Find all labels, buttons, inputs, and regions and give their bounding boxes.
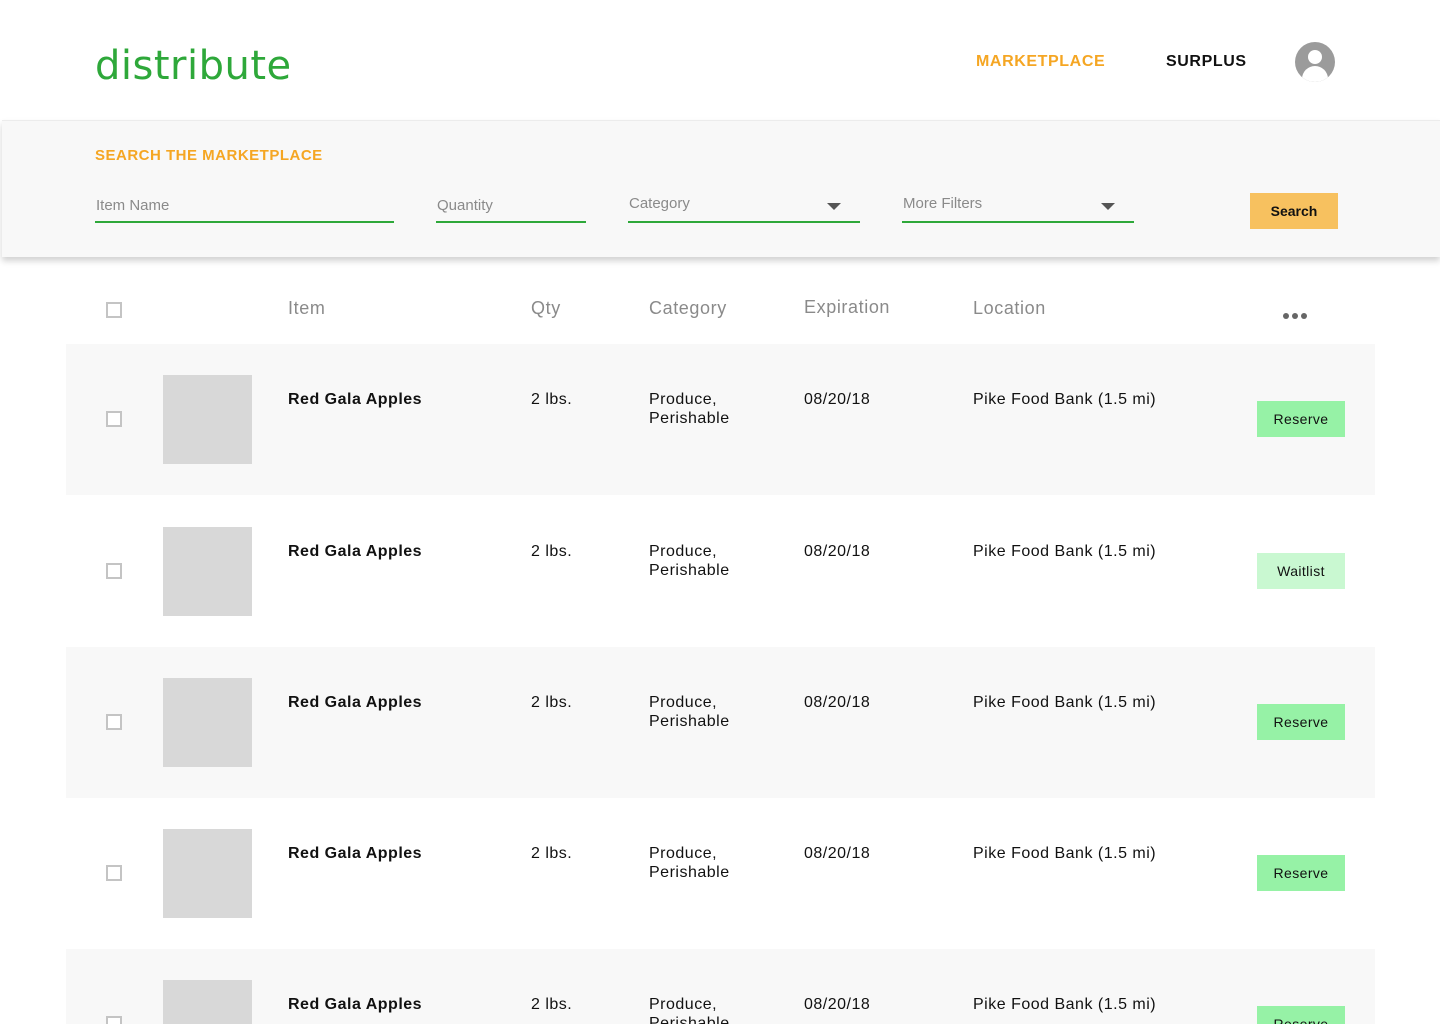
search-button[interactable]: Search (1250, 193, 1338, 229)
column-header-category[interactable]: Category (649, 298, 727, 319)
avatar-head-shape (1308, 50, 1322, 64)
table-row: Red Gala Apples 2 lbs. Produce, Perishabl… (66, 647, 1375, 798)
row-category-line2: Perishable (649, 1015, 730, 1024)
reserve-button[interactable]: Reserve (1257, 1006, 1345, 1024)
user-avatar-icon[interactable] (1295, 42, 1335, 82)
row-category: Produce, Perishable (649, 390, 769, 428)
item-thumbnail (163, 375, 252, 464)
column-header-item[interactable]: Item (288, 298, 325, 319)
waitlist-button[interactable]: Waitlist (1257, 553, 1345, 589)
table-row: Red Gala Apples 2 lbs. Produce, Perishabl… (66, 344, 1375, 495)
select-all-checkbox[interactable] (106, 302, 122, 318)
row-item-name: Red Gala Apples (288, 694, 423, 711)
table-row: Red Gala Apples 2 lbs. Produce, Perishabl… (66, 798, 1375, 949)
row-expiration: 08/20/18 (804, 694, 871, 711)
reserve-button[interactable]: Reserve (1257, 401, 1345, 437)
row-category: Produce, Perishable (649, 844, 769, 882)
row-checkbox[interactable] (106, 411, 122, 427)
app-logo[interactable]: distribute (95, 40, 292, 92)
row-category: Produce, Perishable (649, 693, 769, 731)
reserve-button[interactable]: Reserve (1257, 704, 1345, 740)
search-panel: SEARCH THE MARKETPLACE Category More Fil… (2, 120, 1440, 257)
row-location: Pike Food Bank (1.5 mi) (973, 845, 1157, 862)
row-category-line1: Produce, (649, 845, 718, 862)
table-row: Red Gala Apples 2 lbs. Produce, Perishabl… (66, 495, 1375, 646)
item-name-input[interactable] (95, 193, 394, 223)
row-checkbox[interactable] (106, 714, 122, 730)
row-qty: 2 lbs. (531, 694, 573, 711)
row-item-name: Red Gala Apples (288, 391, 423, 408)
more-horizontal-icon[interactable] (1283, 306, 1310, 324)
category-select-placeholder: Category (629, 195, 690, 212)
nav-marketplace[interactable]: MARKETPLACE (976, 52, 1105, 72)
top-navigation-bar: distribute MARKETPLACE SURPLUS (0, 0, 1440, 120)
reserve-button[interactable]: Reserve (1257, 855, 1345, 891)
row-item-name: Red Gala Apples (288, 845, 423, 862)
row-category-line1: Produce, (649, 996, 718, 1013)
table-row: Red Gala Apples 2 lbs. Produce, Perishabl… (66, 949, 1375, 1024)
category-select[interactable]: Category (628, 193, 860, 223)
item-thumbnail (163, 527, 252, 616)
row-item-name: Red Gala Apples (288, 996, 423, 1013)
row-category: Produce, Perishable (649, 995, 769, 1024)
row-category-line1: Produce, (649, 694, 718, 711)
caret-down-icon (1101, 203, 1115, 210)
row-item-name: Red Gala Apples (288, 543, 423, 560)
row-checkbox[interactable] (106, 1016, 122, 1024)
quantity-input[interactable] (436, 193, 586, 223)
row-expiration: 08/20/18 (804, 391, 871, 408)
row-expiration: 08/20/18 (804, 845, 871, 862)
item-thumbnail (163, 678, 252, 767)
row-qty: 2 lbs. (531, 391, 573, 408)
row-category-line2: Perishable (649, 562, 730, 579)
column-header-expiration[interactable]: Expiration (804, 297, 890, 318)
search-title: SEARCH THE MARKETPLACE (95, 147, 323, 164)
row-expiration: 08/20/18 (804, 543, 871, 560)
row-category-line2: Perishable (649, 410, 730, 427)
row-qty: 2 lbs. (531, 996, 573, 1013)
row-expiration: 08/20/18 (804, 996, 871, 1013)
row-checkbox[interactable] (106, 865, 122, 881)
column-header-qty[interactable]: Qty (531, 298, 561, 319)
row-category-line1: Produce, (649, 391, 718, 408)
row-checkbox[interactable] (106, 563, 122, 579)
column-header-location[interactable]: Location (973, 298, 1046, 319)
row-location: Pike Food Bank (1.5 mi) (973, 391, 1157, 408)
table-header: Item Qty Category Expiration Location (0, 280, 1440, 340)
row-category-line2: Perishable (649, 864, 730, 881)
more-filters-select[interactable]: More Filters (902, 193, 1134, 223)
row-qty: 2 lbs. (531, 543, 573, 560)
caret-down-icon (827, 203, 841, 210)
item-thumbnail (163, 829, 252, 918)
row-category-line2: Perishable (649, 713, 730, 730)
avatar-body-shape (1302, 66, 1328, 82)
row-category: Produce, Perishable (649, 542, 769, 580)
more-filters-placeholder: More Filters (903, 195, 983, 212)
row-location: Pike Food Bank (1.5 mi) (973, 543, 1157, 560)
nav-surplus[interactable]: SURPLUS (1166, 52, 1247, 72)
row-location: Pike Food Bank (1.5 mi) (973, 996, 1157, 1013)
row-location: Pike Food Bank (1.5 mi) (973, 694, 1157, 711)
row-category-line1: Produce, (649, 543, 718, 560)
item-thumbnail (163, 980, 252, 1024)
row-qty: 2 lbs. (531, 845, 573, 862)
